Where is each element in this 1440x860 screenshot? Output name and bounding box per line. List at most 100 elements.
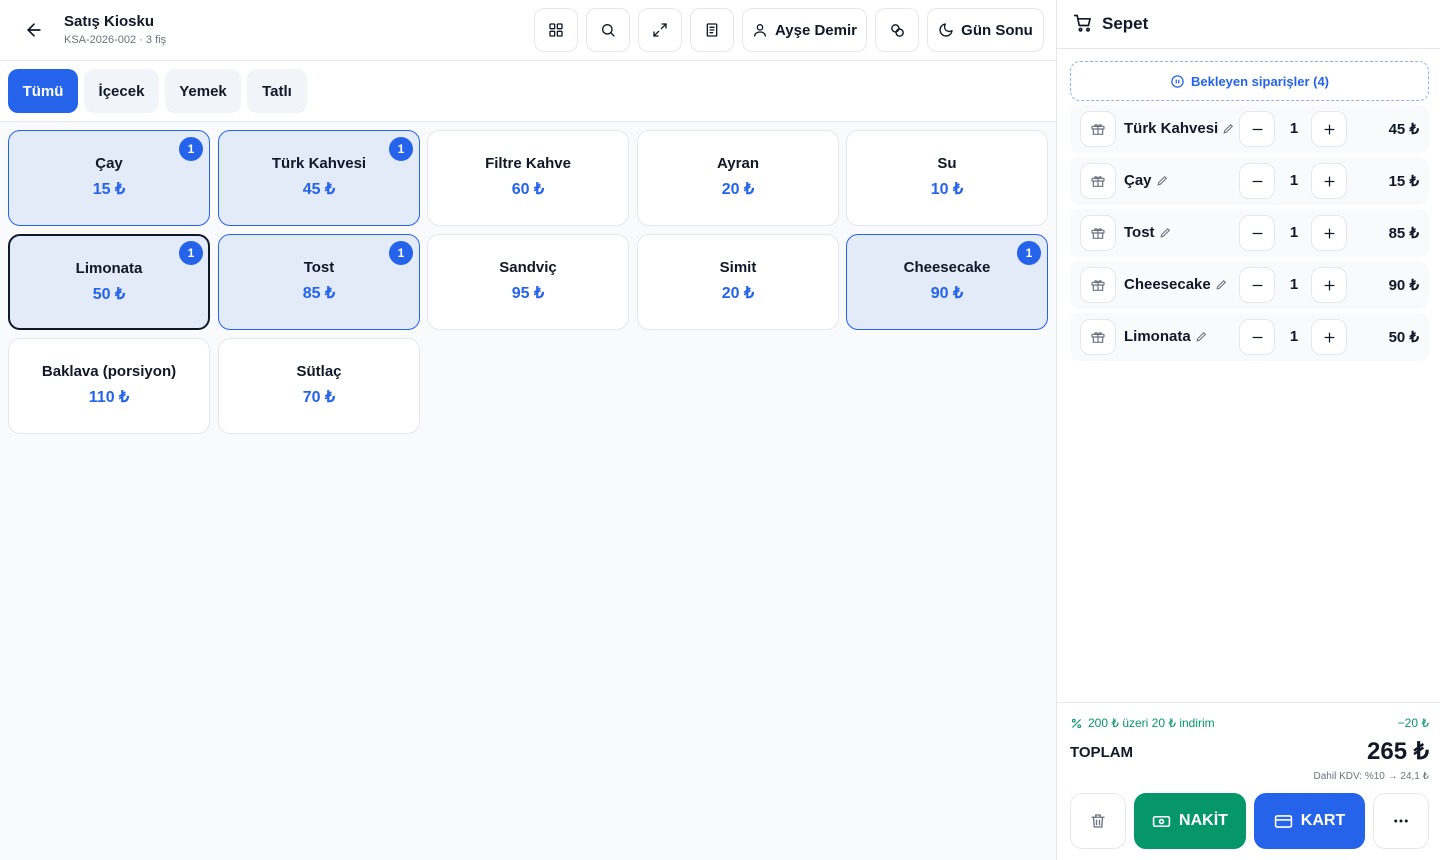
page-title: Satış Kiosku <box>64 13 155 30</box>
arrow-left-icon <box>27 23 41 37</box>
day-end-button[interactable]: Gün Sonu <box>927 8 1044 52</box>
grid-icon <box>549 23 563 37</box>
quantity-badge: 1 <box>389 241 413 265</box>
increase-button[interactable] <box>1311 111 1347 147</box>
pencil-icon <box>1216 279 1226 290</box>
pencil-icon <box>1196 331 1206 342</box>
total-value: 265 ₺ <box>1367 738 1429 765</box>
increase-button[interactable] <box>1311 215 1347 251</box>
cart-item-name[interactable]: Limonata <box>1124 328 1208 345</box>
decrease-button[interactable] <box>1239 163 1275 199</box>
tab-dessert[interactable]: Tatlı <box>247 69 307 113</box>
product-card[interactable]: Baklava (porsiyon) 110 ₺ <box>8 338 210 434</box>
pending-orders-button[interactable]: Bekleyen siparişler (4) <box>1070 61 1429 101</box>
percent-icon <box>1071 718 1082 728</box>
pencil-icon <box>1159 227 1170 238</box>
product-price: 45 ₺ <box>302 181 336 198</box>
product-card[interactable]: Ayran 20 ₺ <box>637 130 839 226</box>
cart-item-name[interactable]: Türk Kahvesi <box>1124 120 1235 137</box>
product-card[interactable]: Limonata 50 ₺ 1 <box>8 234 210 330</box>
product-card[interactable]: Sandviç 95 ₺ <box>427 234 629 330</box>
product-card[interactable]: Türk Kahvesi 45 ₺ 1 <box>218 130 420 226</box>
pending-orders-label: Bekleyen siparişler (4) <box>1190 73 1330 89</box>
fullscreen-button[interactable] <box>638 8 682 52</box>
decrease-button[interactable] <box>1239 111 1275 147</box>
grid-view-button[interactable] <box>534 8 578 52</box>
cart-item-name[interactable]: Çay <box>1124 172 1169 189</box>
product-price: 20 ₺ <box>721 285 755 302</box>
receipts-button[interactable] <box>690 8 734 52</box>
increase-button[interactable] <box>1311 267 1347 303</box>
cart-item-name[interactable]: Tost <box>1124 224 1172 241</box>
gift-button[interactable] <box>1080 215 1116 251</box>
product-price: 70 ₺ <box>302 389 336 406</box>
gift-icon <box>1091 124 1105 135</box>
product-price: 110 ₺ <box>88 389 130 406</box>
link-button[interactable] <box>875 8 919 52</box>
category-tabs: Tümü İçecek Yemek Tatlı <box>0 61 1056 122</box>
page-subtitle: KSA-2026-002 · 3 fiş <box>64 34 167 46</box>
gift-button[interactable] <box>1080 111 1116 147</box>
minus-icon <box>1252 180 1262 182</box>
credit-card-icon <box>1274 814 1292 828</box>
decrease-button[interactable] <box>1239 215 1275 251</box>
cart-line: Cheesecake 1 90 ₺ <box>1070 261 1429 309</box>
cart-item-name[interactable]: Cheesecake <box>1124 276 1228 293</box>
product-card[interactable]: Filtre Kahve 60 ₺ <box>427 130 629 226</box>
item-quantity: 1 <box>1289 172 1299 189</box>
cash-label: NAKİT <box>1179 812 1228 829</box>
product-price: 85 ₺ <box>302 285 336 302</box>
decrease-button[interactable] <box>1239 319 1275 355</box>
product-price: 50 ₺ <box>92 286 126 303</box>
product-price: 10 ₺ <box>930 181 964 198</box>
pencil-icon <box>1156 175 1167 186</box>
product-card[interactable]: Cheesecake 90 ₺ 1 <box>846 234 1048 330</box>
plus-icon <box>1324 228 1334 238</box>
search-icon <box>602 24 615 37</box>
increase-button[interactable] <box>1311 319 1347 355</box>
quantity-badge: 1 <box>179 137 203 161</box>
back-button[interactable] <box>18 14 50 46</box>
cart-footer: 200 ₺ üzeri 20 ₺ indirim −20 ₺ TOPLAM 26… <box>1057 702 1440 860</box>
item-quantity: 1 <box>1289 224 1299 241</box>
gift-button[interactable] <box>1080 163 1116 199</box>
plus-icon <box>1324 176 1334 186</box>
banknote-icon <box>1152 815 1171 827</box>
increase-button[interactable] <box>1311 163 1347 199</box>
search-button[interactable] <box>586 8 630 52</box>
decrease-button[interactable] <box>1239 267 1275 303</box>
more-options-button[interactable] <box>1373 793 1429 849</box>
day-end-label: Gün Sonu <box>961 21 1033 39</box>
product-card[interactable]: Simit 20 ₺ <box>637 234 839 330</box>
clear-cart-button[interactable] <box>1070 793 1126 849</box>
promo-label: 200 ₺ üzeri 20 ₺ indirim <box>1088 716 1215 730</box>
product-card[interactable]: Çay 15 ₺ 1 <box>8 130 210 226</box>
cash-payment-button[interactable]: NAKİT <box>1134 793 1246 849</box>
product-name: Çay <box>95 155 123 172</box>
item-total: 90 ₺ <box>1388 277 1419 294</box>
product-card[interactable]: Su 10 ₺ <box>846 130 1048 226</box>
tab-all[interactable]: Tümü <box>8 69 78 113</box>
item-quantity: 1 <box>1289 120 1299 137</box>
user-name: Ayşe Demir <box>775 21 857 39</box>
gift-icon <box>1091 228 1105 239</box>
user-button[interactable]: Ayşe Demir <box>742 8 867 52</box>
cart-title: Sepet <box>1102 14 1149 33</box>
product-name: Filtre Kahve <box>485 155 571 172</box>
tab-drinks[interactable]: İçecek <box>84 69 159 113</box>
item-total: 45 ₺ <box>1388 121 1419 138</box>
product-card[interactable]: Tost 85 ₺ 1 <box>218 234 420 330</box>
tab-food[interactable]: Yemek <box>165 69 241 113</box>
top-bar: Satış Kiosku KSA-2026-002 · 3 fiş Ayşe D… <box>0 0 1056 61</box>
product-card[interactable]: Sütlaç 70 ₺ <box>218 338 420 434</box>
item-total: 85 ₺ <box>1388 225 1419 242</box>
title-block: Satış Kiosku KSA-2026-002 · 3 fiş <box>64 13 166 46</box>
gift-button[interactable] <box>1080 267 1116 303</box>
item-name-text: Türk Kahvesi <box>1124 120 1219 137</box>
gift-button[interactable] <box>1080 319 1116 355</box>
gift-icon <box>1091 176 1105 187</box>
card-payment-button[interactable]: KART <box>1254 793 1365 849</box>
item-total: 15 ₺ <box>1388 173 1419 190</box>
minus-icon <box>1252 284 1262 286</box>
product-name: Su <box>937 155 957 172</box>
